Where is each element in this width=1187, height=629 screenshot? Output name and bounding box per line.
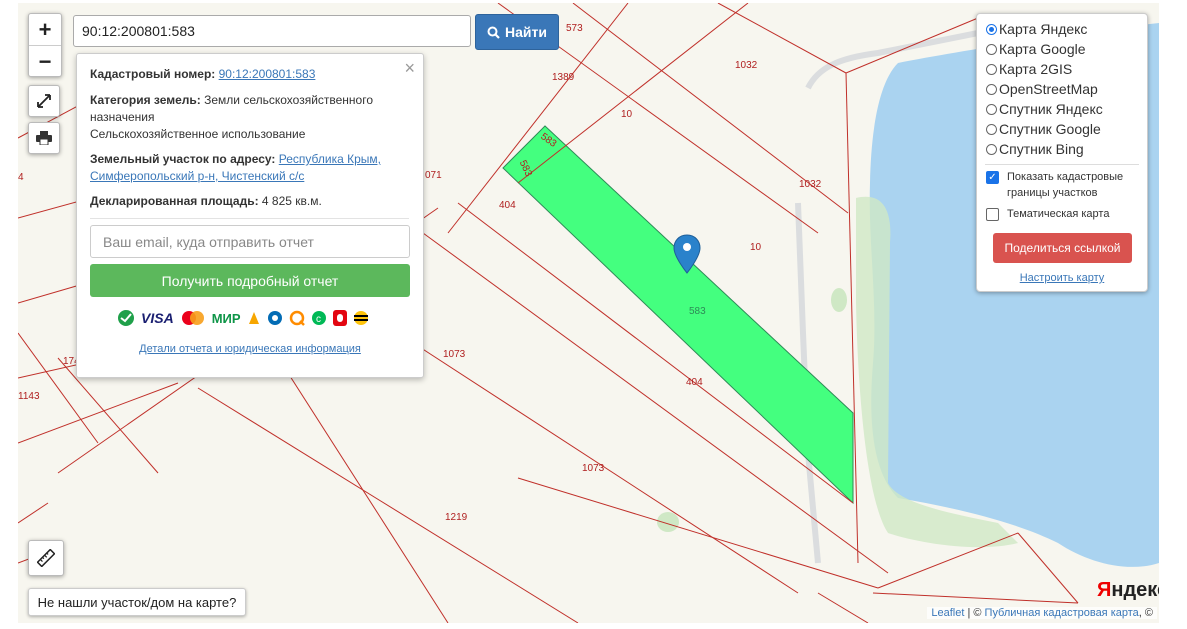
cadastral-number-link[interactable]: 90:12:200801:583 [219,67,316,81]
email-field[interactable] [90,225,410,258]
layer-openstreetmap[interactable]: OpenStreetMap [986,79,1098,99]
layer-bing-satellite[interactable]: Спутник Bing [986,139,1084,159]
printer-icon [36,131,52,145]
green-spot [831,288,847,312]
qiwi-icon [289,310,305,326]
layer-google-map[interactable]: Карта Google [986,39,1086,59]
expand-icon [37,94,51,108]
cadastral-row: Кадастровый номер: 90:12:200801:583 [90,67,316,81]
map-attribution: Leaflet | © Публичная кадастровая карта,… [927,607,1157,619]
category-row: Категория земель: Земли сельскохозяйстве… [90,93,374,141]
plot-number: 1073 [582,463,605,474]
plot-number: 4 [18,172,24,183]
sberbank-icon [117,309,135,327]
svg-text:с: с [316,314,321,325]
address-row: Земельный участок по адресу: Республика … [90,152,381,183]
parcel-info-popup: × Кадастровый номер: 90:12:200801:583 Ка… [76,53,424,378]
radio-icon [986,43,997,55]
yandex-money-icon [247,310,261,326]
search-icon [487,26,500,39]
layer-google-satellite[interactable]: Спутник Google [986,119,1101,139]
zoom-control: + − [28,13,62,77]
mastercard-icon [180,310,206,326]
yandex-logo: Яндекс [1097,579,1159,601]
plot-number: 573 [566,23,583,34]
get-report-button[interactable]: Получить подробный отчет [90,264,410,297]
checkbox-icon [986,208,999,221]
measure-button[interactable] [28,540,64,576]
not-found-button[interactable]: Не нашли участок/дом на карте? [28,588,246,616]
webmoney-icon [267,310,283,326]
visa-icon: VISA [141,310,174,326]
radio-icon [986,143,997,155]
plot-number: 071 [425,170,442,181]
mts-icon [332,310,347,326]
plot-number: 10 [750,242,762,253]
plot-number: 1219 [445,512,468,523]
plot-number: 583 [689,306,706,317]
address-link[interactable]: Симферопольский р-н, Чистенский с/с [90,169,304,183]
plot-number: 1143 [18,391,40,402]
beeline-icon [353,310,369,326]
report-details-link[interactable]: Детали отчета и юридическая информация [139,343,361,355]
divider [90,218,409,219]
plot-number: 1073 [443,349,466,360]
plot-number: 1389 [552,72,575,83]
address-link[interactable]: Республика Крым, [279,152,381,166]
zoom-in-button[interactable]: + [29,14,61,45]
area-row: Декларированная площадь: 4 825 кв.м. [90,194,322,208]
payment-methods: VISA МИР с [117,309,369,327]
layer-yandex-satellite[interactable]: Спутник Яндекс [986,99,1103,119]
radio-icon [986,123,997,135]
divider [985,164,1139,165]
details-link-wrap: Детали отчета и юридическая информация [77,343,423,355]
checkbox-checked-icon: ✓ [986,171,999,184]
pkk-link[interactable]: Публичная кадастровая карта [985,607,1139,619]
print-button[interactable] [28,122,60,154]
search-button[interactable]: Найти [475,14,559,50]
layer-2gis-map[interactable]: Карта 2GIS [986,59,1072,79]
radio-icon [986,83,997,95]
radio-icon [986,63,997,75]
zoom-out-button[interactable]: − [29,45,61,77]
leaflet-link[interactable]: Leaflet [931,607,964,619]
search-button-label: Найти [505,24,547,40]
plot-number: 1032 [735,60,758,71]
radio-icon [986,23,997,35]
plot-number: 404 [686,377,703,388]
layers-panel: Карта Яндекс Карта Google Карта 2GIS Ope… [976,13,1148,292]
fullscreen-button[interactable] [28,85,60,117]
share-link-button[interactable]: Поделиться ссылкой [993,233,1132,263]
layer-yandex-map[interactable]: Карта Яндекс [986,19,1087,39]
plot-number: 1032 [799,179,822,190]
thematic-map-checkbox[interactable]: Тематическая карта [986,206,1109,222]
ruler-icon [37,549,55,567]
configure-map-link[interactable]: Настроить карту [977,272,1147,284]
plot-number: 404 [499,200,516,211]
search-input[interactable] [73,15,471,47]
plot-number: 10 [621,109,633,120]
radio-icon [986,103,997,115]
mir-icon: МИР [211,310,241,326]
show-borders-checkbox[interactable]: ✓ Показать кадастровые границы участков [986,169,1123,201]
megafon-icon: с [311,310,327,326]
